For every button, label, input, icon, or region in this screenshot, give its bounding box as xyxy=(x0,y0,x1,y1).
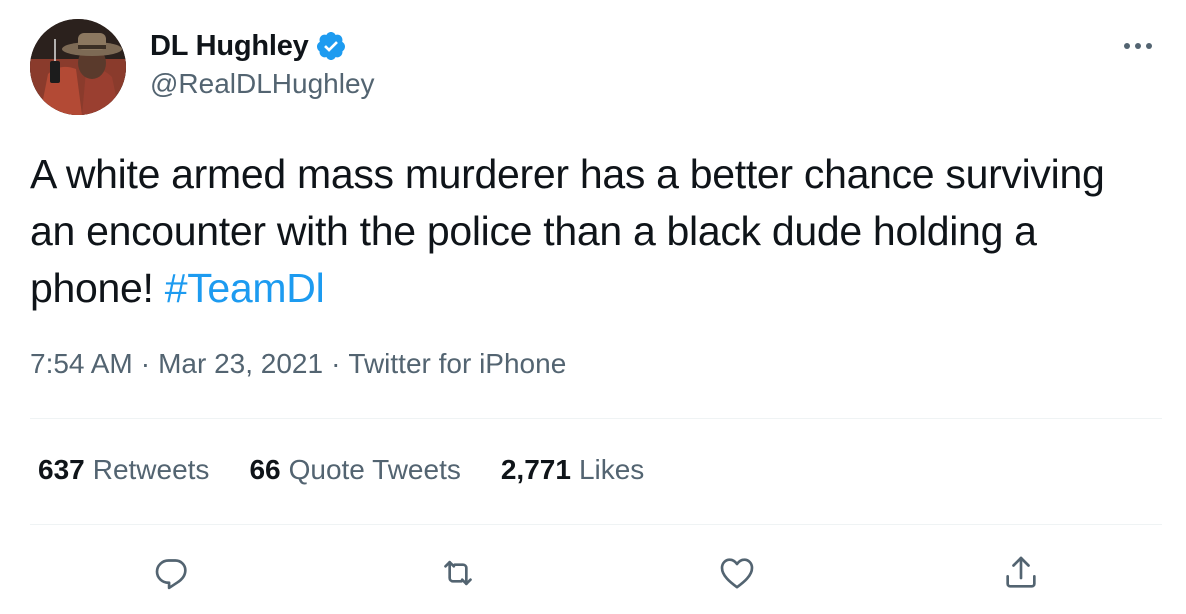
quote-tweets-label: Quote Tweets xyxy=(288,454,461,485)
tweet-meta: 7:54 AM · Mar 23, 2021 · Twitter for iPhone xyxy=(30,348,566,380)
likes-stat[interactable]: 2,771 Likes xyxy=(501,454,644,486)
retweet-icon[interactable] xyxy=(433,548,483,598)
meta-separator: · xyxy=(331,348,341,379)
divider xyxy=(30,418,1162,419)
hashtag-link[interactable]: #TeamDl xyxy=(165,265,325,311)
likes-count: 2,771 xyxy=(500,454,571,485)
action-bar xyxy=(0,548,1186,598)
meta-separator: · xyxy=(140,348,151,379)
more-icon[interactable] xyxy=(1120,28,1156,64)
avatar-image xyxy=(30,19,126,115)
tweet-source[interactable]: Twitter for iPhone xyxy=(348,348,566,379)
divider xyxy=(30,524,1162,525)
quote-tweets-count: 66 xyxy=(249,454,281,485)
likes-label: Likes xyxy=(578,454,645,485)
display-name[interactable]: DL Hughley xyxy=(150,30,309,63)
retweets-label: Retweets xyxy=(92,454,210,485)
tweet-time[interactable]: 7:54 AM xyxy=(30,348,133,379)
retweets-count: 637 xyxy=(38,454,85,485)
tweet-date[interactable]: Mar 23, 2021 xyxy=(158,348,323,379)
quote-tweets-stat[interactable]: 66 Quote Tweets xyxy=(249,454,460,486)
share-icon[interactable] xyxy=(996,548,1046,598)
heart-icon[interactable] xyxy=(712,548,762,598)
author-handle[interactable]: @RealDLHughley xyxy=(150,68,375,100)
reply-icon[interactable] xyxy=(147,548,197,598)
tweet-card: DL Hughley @RealDLHughley A white armed … xyxy=(0,0,1186,614)
tweet-text: A white armed mass murderer has a better… xyxy=(30,146,1160,317)
verified-badge-icon xyxy=(315,30,347,62)
retweets-stat[interactable]: 637 Retweets xyxy=(38,454,209,486)
avatar[interactable] xyxy=(30,19,126,115)
author-name-row[interactable]: DL Hughley xyxy=(150,26,347,66)
engagement-stats: 637 Retweets 66 Quote Tweets 2,771 Likes xyxy=(38,454,684,486)
